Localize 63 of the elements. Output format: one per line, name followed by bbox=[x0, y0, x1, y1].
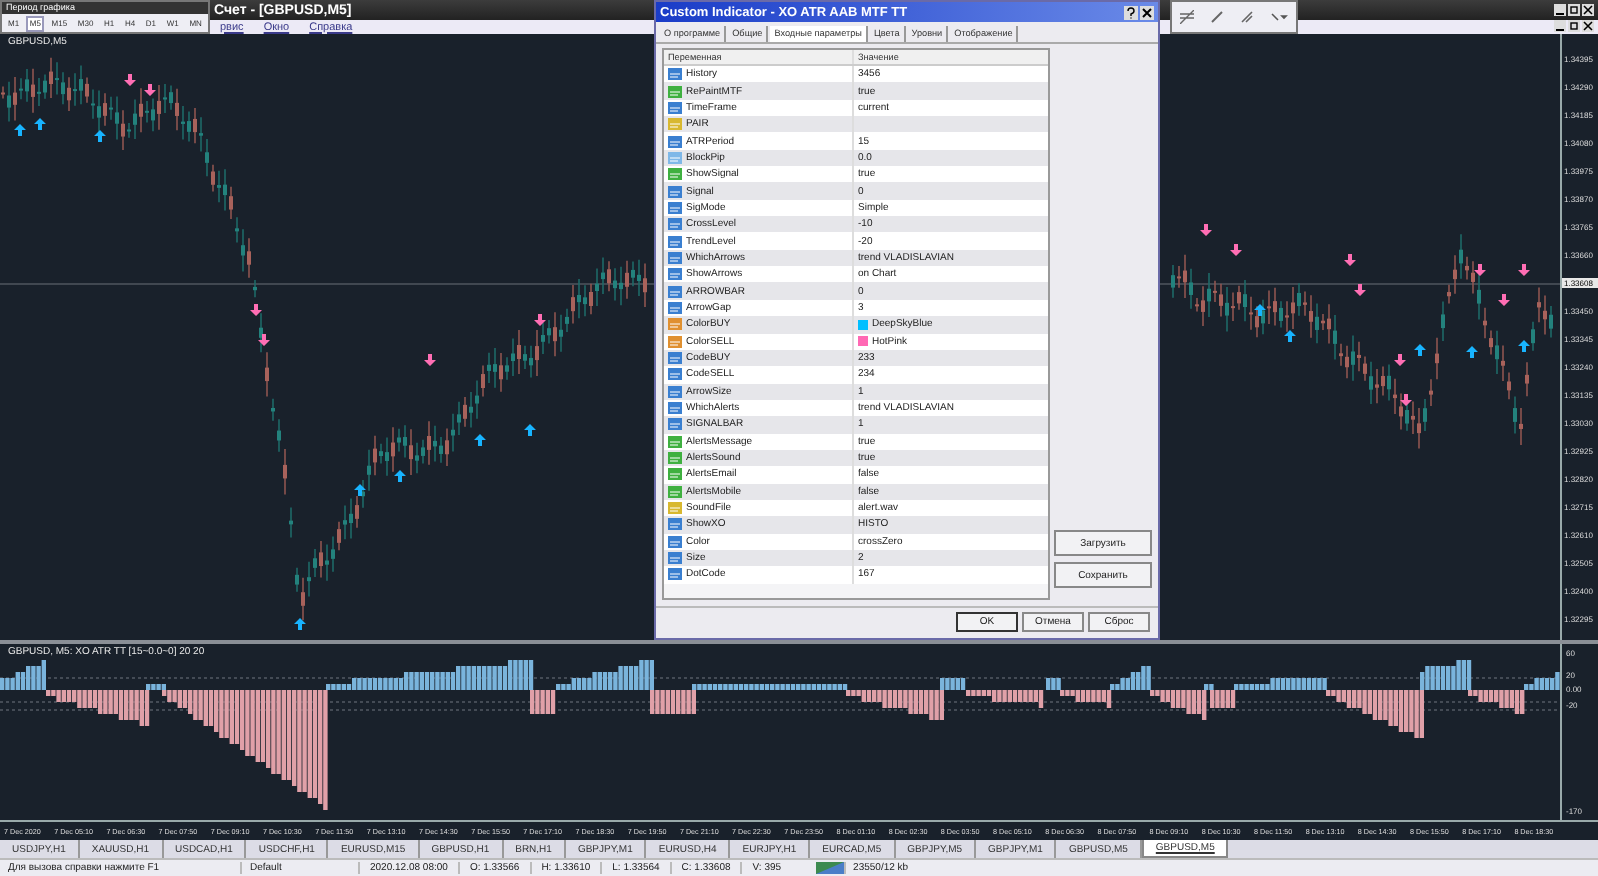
buy-arrow-icon bbox=[1466, 346, 1478, 358]
number-type-icon bbox=[668, 402, 682, 415]
number-type-icon bbox=[668, 218, 682, 231]
number-type-icon bbox=[668, 518, 682, 531]
number-type-icon bbox=[668, 418, 682, 431]
sell-arrow-icon bbox=[1394, 354, 1406, 366]
sell-arrow-icon bbox=[1498, 294, 1510, 306]
buy-arrow-icon bbox=[1414, 344, 1426, 356]
sell-arrow-icon bbox=[1344, 254, 1356, 266]
number-type-icon bbox=[668, 535, 682, 548]
sell-arrow-icon bbox=[534, 314, 546, 326]
sell-arrow-icon bbox=[1354, 284, 1366, 296]
close-icon[interactable] bbox=[1582, 20, 1594, 32]
shapes-dropdown-icon[interactable] bbox=[1270, 10, 1288, 24]
buy-arrow-icon bbox=[474, 434, 486, 446]
number-type-icon bbox=[668, 235, 682, 248]
sell-arrow-icon bbox=[1518, 264, 1530, 276]
toggle-type-icon bbox=[668, 485, 682, 498]
buy-arrow-icon bbox=[524, 424, 536, 436]
toggle-type-icon bbox=[668, 452, 682, 465]
number-type-icon bbox=[668, 101, 682, 114]
number-type-icon bbox=[668, 268, 682, 281]
help-icon[interactable] bbox=[1124, 5, 1138, 19]
sell-arrow-icon bbox=[1200, 224, 1212, 236]
number-type-icon bbox=[668, 185, 682, 198]
buy-arrow-icon bbox=[1518, 340, 1530, 352]
sell-arrow-icon bbox=[1474, 264, 1486, 276]
text-type-icon bbox=[668, 118, 682, 131]
palette-icon bbox=[668, 335, 682, 348]
toggle-type-icon bbox=[668, 435, 682, 448]
number-type-icon bbox=[668, 285, 682, 298]
number-type-icon bbox=[668, 568, 682, 581]
buy-arrow-icon bbox=[294, 618, 306, 630]
number-type-icon bbox=[668, 301, 682, 314]
minimize-icon[interactable] bbox=[1554, 20, 1566, 32]
number-type-icon bbox=[668, 368, 682, 381]
buy-arrow-icon bbox=[394, 470, 406, 482]
palette-icon bbox=[668, 318, 682, 331]
close-icon[interactable] bbox=[1140, 5, 1154, 19]
connection-icon bbox=[815, 862, 844, 874]
number-type-icon bbox=[668, 251, 682, 264]
sell-arrow-icon bbox=[424, 354, 436, 366]
sell-arrow-icon bbox=[258, 334, 270, 346]
text-type-icon bbox=[668, 502, 682, 515]
sell-arrow-icon bbox=[1230, 244, 1242, 256]
buy-arrow-icon bbox=[1254, 304, 1266, 316]
sell-arrow-icon bbox=[250, 304, 262, 316]
toggle-type-icon bbox=[668, 168, 682, 181]
buy-arrow-icon bbox=[354, 484, 366, 496]
number-type-icon bbox=[668, 201, 682, 214]
number-type-icon bbox=[668, 552, 682, 565]
close-icon[interactable] bbox=[1582, 4, 1594, 16]
decimal-type-icon bbox=[668, 151, 682, 164]
toggle-type-icon bbox=[668, 468, 682, 481]
number-type-icon bbox=[668, 68, 682, 81]
buy-arrow-icon bbox=[94, 130, 106, 142]
number-type-icon bbox=[668, 352, 682, 365]
number-type-icon bbox=[668, 385, 682, 398]
minimize-icon[interactable] bbox=[1554, 4, 1566, 16]
sell-arrow-icon bbox=[1400, 394, 1412, 406]
buy-arrow-icon bbox=[1284, 330, 1296, 342]
number-type-icon bbox=[668, 135, 682, 148]
toggle-type-icon bbox=[668, 85, 682, 98]
